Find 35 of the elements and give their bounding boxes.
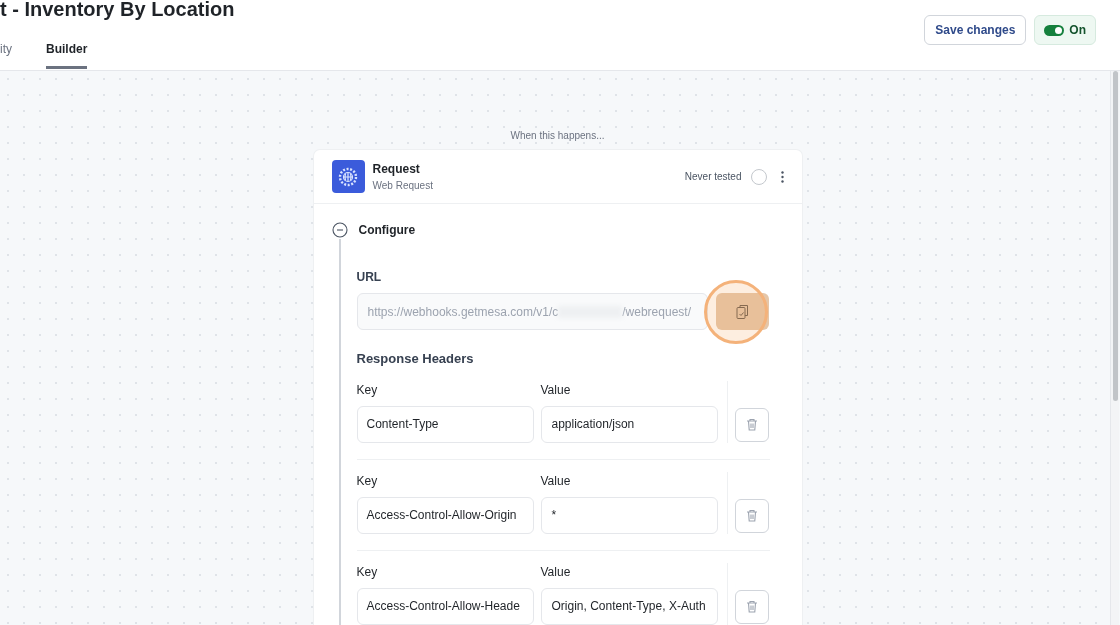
field-label: Key: [356, 563, 379, 581]
trash-icon: [745, 418, 758, 431]
more-menu-icon[interactable]: [780, 170, 784, 183]
trash-icon: [745, 600, 758, 613]
page-title: t - Inventory By Location: [0, 0, 235, 19]
key-field[interactable]: Access-Control-Allow-Origin: [356, 496, 534, 534]
field-label: Value: [540, 563, 572, 581]
on-toggle[interactable]: On: [1034, 15, 1096, 45]
card-subtitle: Web Request: [372, 179, 433, 193]
key-field[interactable]: Access-Control-Allow-Heade: [356, 587, 534, 625]
save-changes-button[interactable]: Save changes: [924, 15, 1027, 45]
trash-icon: [745, 509, 758, 522]
value-field[interactable]: Origin, Content-Type, X-Auth: [540, 587, 718, 625]
delete-button[interactable]: [734, 407, 769, 442]
section-title: Configure: [358, 222, 416, 239]
field-label: Key: [356, 381, 379, 399]
delete-button[interactable]: [734, 589, 769, 624]
clipboard-icon: [735, 303, 749, 320]
delete-button[interactable]: [734, 498, 769, 533]
card-title: Request: [372, 161, 421, 178]
field-label: Value: [540, 381, 572, 399]
field-label: Key: [356, 472, 379, 490]
value-field[interactable]: application/json: [540, 405, 718, 443]
globe-gear-icon: [331, 160, 365, 193]
status-text: Never tested: [684, 170, 742, 184]
trigger-caption: When this happens...: [510, 129, 605, 143]
field-label: Value: [540, 472, 572, 490]
section-heading: Response Headers: [356, 350, 475, 368]
value-field[interactable]: *: [540, 496, 718, 534]
collapse-icon[interactable]: [331, 222, 348, 238]
copy-button[interactable]: [715, 293, 769, 330]
tab[interactable]: ity: [0, 40, 12, 69]
scrollbar[interactable]: [1110, 71, 1119, 625]
key-field[interactable]: Content-Type: [356, 405, 534, 443]
field-label: URL: [356, 269, 383, 286]
